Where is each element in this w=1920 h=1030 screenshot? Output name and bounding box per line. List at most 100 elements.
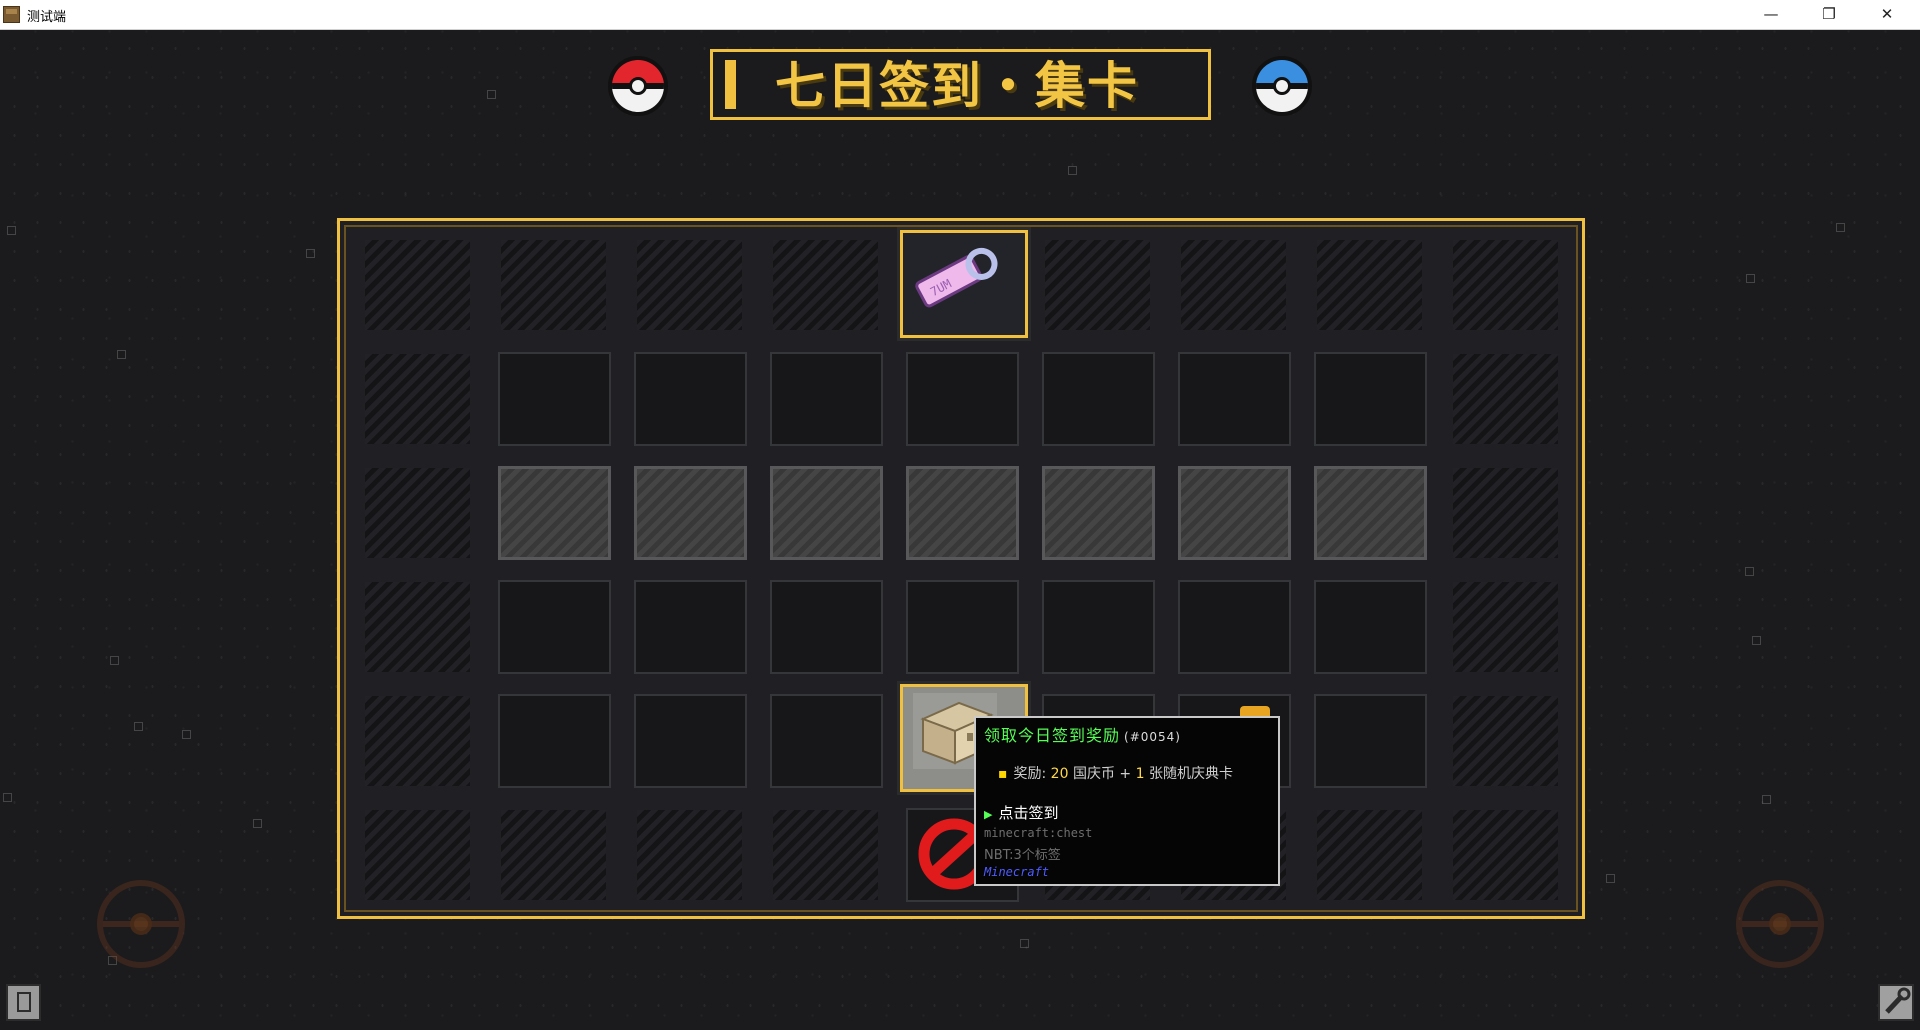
background-sparkle <box>1836 223 1845 232</box>
tooltip-item-id: minecraft:chest <box>984 826 1093 840</box>
filler-slot <box>501 240 606 330</box>
empty-slot[interactable] <box>1178 352 1291 446</box>
filler-slot <box>1453 468 1558 558</box>
reward-currency: 国庆币 <box>1072 766 1115 782</box>
tag-icon: 7UM <box>915 247 998 308</box>
empty-slot[interactable] <box>770 580 883 674</box>
filler-slot <box>637 240 742 330</box>
background-sparkle <box>3 793 12 802</box>
title-accent-bar <box>725 60 736 109</box>
pokeball-red-icon <box>608 56 668 116</box>
empty-slot[interactable] <box>1314 580 1427 674</box>
tooltip-item-number: (#0054) <box>1124 730 1181 744</box>
minimize-button[interactable]: — <box>1742 0 1800 29</box>
background-sparkle <box>1745 567 1754 576</box>
empty-slot[interactable] <box>1178 580 1291 674</box>
filler-slot <box>501 810 606 900</box>
tag-item-slot[interactable]: 7UM <box>900 230 1028 338</box>
tooltip-action-line: ▶ 点击签到 <box>984 802 1058 823</box>
background-sparkle <box>117 350 126 359</box>
tooltip-action: 点击签到 <box>998 804 1059 822</box>
filler-slot <box>1181 240 1286 330</box>
filler-slot <box>365 468 470 558</box>
reward-label: 奖励: <box>1013 766 1047 782</box>
background-sparkle <box>1746 274 1755 283</box>
maximize-button[interactable]: ❐ <box>1800 0 1858 29</box>
filler-slot <box>1317 240 1422 330</box>
page-title: 七日签到・集卡 <box>775 57 1139 115</box>
page-title-box: 七日签到・集卡 <box>710 49 1211 120</box>
play-arrow-icon: ▶ <box>984 808 993 821</box>
day-slot[interactable] <box>770 466 883 560</box>
bullet-icon: ▪ <box>998 766 1008 782</box>
empty-slot[interactable] <box>498 352 611 446</box>
background-sparkle <box>134 722 143 731</box>
empty-slot[interactable] <box>770 352 883 446</box>
reward-plus: + <box>1119 766 1132 782</box>
empty-slot[interactable] <box>498 580 611 674</box>
day-slot[interactable] <box>1042 466 1155 560</box>
filler-slot <box>1453 240 1558 330</box>
tooltip-nbt: NBT:3个标签 <box>984 848 1061 863</box>
tooltip-mod-name: Minecraft <box>984 865 1050 879</box>
wrench-glyph <box>1885 987 1911 1014</box>
reward-amount: 20 <box>1050 766 1069 782</box>
pokeball-blue-icon <box>1252 56 1312 116</box>
background-sparkle <box>253 819 262 828</box>
empty-slot[interactable] <box>634 694 747 788</box>
empty-slot[interactable] <box>634 352 747 446</box>
background-sparkle <box>1020 939 1029 948</box>
minecraft-chest-app-icon <box>3 6 20 23</box>
background-sparkle <box>487 90 496 99</box>
filler-slot <box>365 240 470 330</box>
background-sparkle <box>1752 636 1761 645</box>
background-sparkle <box>7 226 16 235</box>
reward-card: 张随机庆典卡 <box>1148 766 1233 782</box>
window-title-bar: 测试端 — ❐ ✕ <box>0 0 1920 30</box>
faded-pokeball-icon <box>97 880 185 968</box>
filler-slot <box>1045 240 1150 330</box>
reward-count: 1 <box>1135 766 1145 782</box>
day-slot[interactable] <box>1314 466 1427 560</box>
filler-slot <box>1317 810 1422 900</box>
background-sparkle <box>306 249 315 258</box>
filler-slot <box>365 810 470 900</box>
background-sparkle <box>1068 166 1077 175</box>
empty-slot[interactable] <box>770 694 883 788</box>
wrench-icon[interactable] <box>1878 984 1914 1021</box>
filler-slot <box>365 354 470 444</box>
day-slot[interactable] <box>906 466 1019 560</box>
tooltip-title-text: 领取今日签到奖励 <box>984 726 1121 745</box>
empty-slot[interactable] <box>906 580 1019 674</box>
empty-slot[interactable] <box>1314 352 1427 446</box>
filler-slot <box>637 810 742 900</box>
filler-slot <box>1453 696 1558 786</box>
empty-slot[interactable] <box>1042 580 1155 674</box>
day-slot[interactable] <box>634 466 747 560</box>
filler-slot <box>365 582 470 672</box>
bookmark-icon[interactable] <box>6 984 41 1021</box>
filler-slot <box>365 696 470 786</box>
item-tooltip: 领取今日签到奖励 (#0054) ▪ 奖励: 20 国庆币 + 1 张随机庆典卡 ▶… <box>974 716 1280 886</box>
faded-pokeball-icon <box>1736 880 1824 968</box>
day-slot[interactable] <box>498 466 611 560</box>
empty-slot[interactable] <box>498 694 611 788</box>
filler-slot <box>1453 810 1558 900</box>
filler-slot <box>773 240 878 330</box>
window-title: 测试端 <box>27 10 67 25</box>
empty-slot[interactable] <box>1042 352 1155 446</box>
day-slot[interactable] <box>1178 466 1291 560</box>
background-sparkle <box>110 656 119 665</box>
tooltip-reward-line: ▪ 奖励: 20 国庆币 + 1 张随机庆典卡 <box>998 763 1233 783</box>
filler-slot <box>1453 582 1558 672</box>
filler-slot <box>1453 354 1558 444</box>
close-button[interactable]: ✕ <box>1858 0 1916 29</box>
empty-slot[interactable] <box>634 580 747 674</box>
tooltip-title: 领取今日签到奖励 (#0054) <box>984 722 1181 746</box>
background-sparkle <box>182 730 191 739</box>
empty-slot[interactable] <box>1314 694 1427 788</box>
background-sparkle <box>1762 795 1771 804</box>
filler-slot <box>773 810 878 900</box>
sign-in-inventory-panel: 7UM <box>337 218 1585 919</box>
empty-slot[interactable] <box>906 352 1019 446</box>
